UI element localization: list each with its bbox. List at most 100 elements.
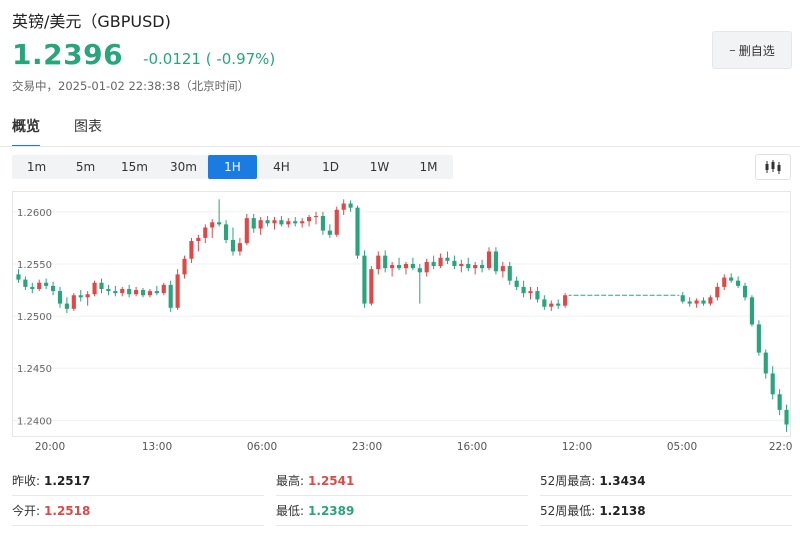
candle-body: [154, 291, 159, 294]
period-1m[interactable]: 1m: [12, 155, 61, 179]
candle-body: [784, 409, 789, 425]
y-tick-label: 1.2600: [17, 208, 52, 219]
candle-body: [383, 255, 388, 269]
stat-open: 今开: 1.2518: [12, 496, 264, 526]
y-tick-label: 1.2450: [17, 364, 52, 375]
x-tick-label: 12:00: [562, 441, 592, 453]
candle-body: [258, 220, 263, 229]
candle-body: [189, 241, 194, 259]
candle-body: [452, 260, 457, 267]
period-5m[interactable]: 5m: [61, 155, 110, 179]
candle-body: [722, 277, 727, 287]
candle-body: [396, 265, 402, 269]
stat-high: 最高: 1.2541: [276, 466, 528, 496]
candle-body: [694, 300, 699, 304]
period-1d[interactable]: 1D: [306, 155, 355, 179]
candle-body: [680, 295, 685, 302]
candlestick-chart: 1.2600 1.2550 1.2500 1.2450 1.2400 20:00 13:00…: [12, 191, 793, 453]
trading-status: 交易中，2025-01-02 22:38:38（北京时间）: [12, 79, 250, 93]
candle-body: [203, 227, 208, 238]
x-tick-label: 22:00: [769, 441, 793, 453]
stats-row: 昨收: 1.2517 最高: 1.2541 52周最高: 1.3434: [12, 466, 792, 496]
candle-body: [507, 266, 512, 281]
tab-divider: [0, 146, 800, 147]
candle-body: [300, 221, 305, 224]
period-15m[interactable]: 15m: [110, 155, 159, 179]
candle-body: [106, 289, 111, 292]
candle-body: [99, 282, 104, 289]
candle-body: [535, 291, 540, 300]
candle-body: [417, 268, 422, 273]
period-30m[interactable]: 30m: [159, 155, 208, 179]
period-1h[interactable]: 1H: [208, 155, 257, 179]
stats-row: 今开: 1.2518 最低: 1.2389 52周最低: 1.2138: [12, 496, 792, 526]
period-4h[interactable]: 4H: [257, 155, 306, 179]
candle-body: [244, 218, 249, 244]
y-tick-label: 1.2550: [17, 260, 52, 271]
candle-body: [286, 221, 291, 225]
candle-body: [341, 203, 346, 210]
candle-body: [542, 299, 547, 307]
stat-52w-high: 52周最高: 1.3434: [540, 466, 792, 496]
x-tick-label: 05:00: [667, 441, 697, 453]
candle-body: [376, 255, 381, 270]
candle-body: [313, 216, 319, 218]
candle-body: [327, 230, 332, 235]
candle-body: [265, 220, 270, 224]
candle-body: [708, 297, 713, 304]
stat-value: 1.2541: [308, 473, 355, 488]
candle-body: [466, 263, 471, 269]
stat-value: 1.2518: [44, 503, 91, 518]
stat-low: 最低: 1.2389: [276, 496, 528, 526]
candle-body: [729, 277, 734, 281]
candle-body: [175, 274, 180, 308]
period-1mo[interactable]: 1M: [404, 155, 453, 179]
candle-body: [320, 216, 325, 231]
price-chart[interactable]: 1.2600 1.2550 1.2500 1.2450 1.2400 20:00 13:00…: [12, 191, 793, 453]
candle-body: [120, 289, 125, 294]
tab-overview[interactable]: 概览: [12, 116, 40, 147]
period-1w[interactable]: 1W: [355, 155, 404, 179]
candle-body: [307, 217, 312, 222]
candle-body: [687, 301, 692, 304]
candle-body: [410, 263, 415, 269]
stat-value: 1.2517: [44, 473, 91, 488]
period-selector: 1m 5m 15m 30m 1H 4H 1D 1W 1M: [12, 155, 453, 179]
page-title: 英镑/美元（GBPUSD): [12, 12, 171, 31]
candle-body: [223, 224, 229, 240]
candle-body: [549, 303, 554, 307]
candle-body: [127, 289, 132, 295]
candle-body: [113, 291, 118, 294]
candle-body: [217, 222, 222, 225]
x-tick-label: 06:00: [247, 441, 277, 453]
candle-body: [147, 291, 153, 296]
candle-body: [493, 251, 498, 272]
stats-panel: 昨收: 1.2517 最高: 1.2541 52周最高: 1.3434 今开: …: [12, 466, 792, 526]
candle-body: [251, 218, 256, 229]
current-price: 1.2396: [12, 38, 124, 71]
candle-body: [182, 258, 187, 275]
remove-watchlist-label: 删自选: [738, 43, 775, 58]
candle-body: [445, 257, 450, 261]
candle-body: [355, 207, 360, 256]
tab-chart[interactable]: 图表: [74, 116, 102, 147]
stat-value: 1.2138: [599, 503, 646, 518]
candle-body: [16, 274, 21, 280]
remove-watchlist-button[interactable]: – 删自选: [712, 31, 792, 69]
chart-type-button[interactable]: [755, 154, 791, 180]
candle-body: [514, 280, 519, 287]
candle-body: [64, 303, 69, 309]
candle-body: [486, 251, 492, 269]
x-tick-label: 20:00: [35, 441, 65, 453]
candle-body: [438, 257, 443, 267]
candle-body: [85, 294, 90, 298]
chart-frame: [12, 191, 791, 437]
candle-body: [715, 286, 720, 298]
x-tick-label: 16:00: [457, 441, 487, 453]
candle-body: [777, 394, 782, 410]
candle-body: [57, 291, 63, 304]
price-row: 1.2396 -0.0121 ( -0.97%): [12, 38, 275, 71]
candle-body: [272, 220, 277, 224]
candle-body: [50, 285, 56, 292]
x-tick-label: 13:00: [142, 441, 172, 453]
